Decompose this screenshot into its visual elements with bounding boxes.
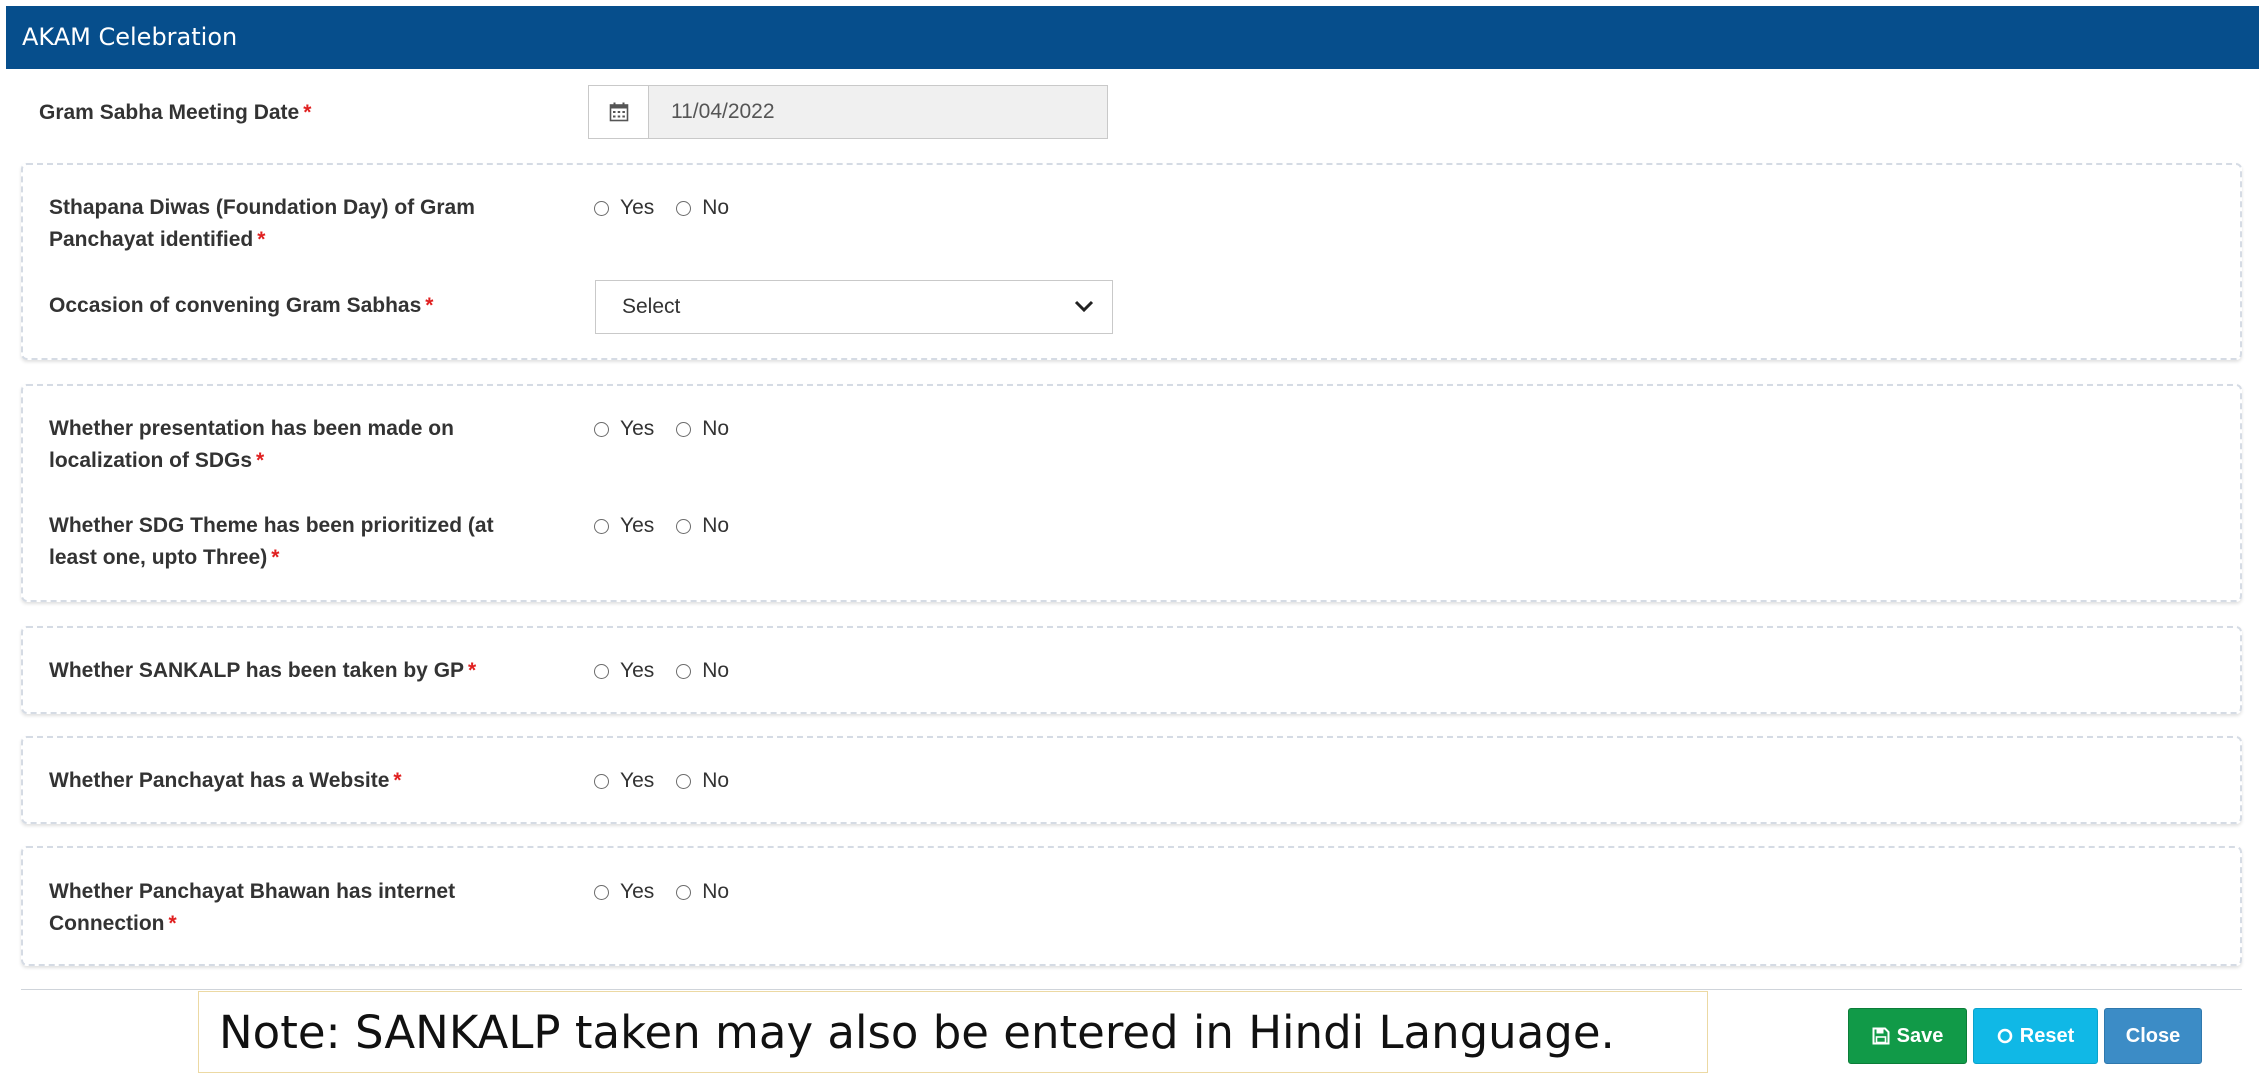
internet-yes[interactable]: Yes (594, 880, 654, 904)
foundation-day-no[interactable]: No (676, 196, 729, 220)
save-button[interactable]: Save (1848, 1008, 1967, 1064)
website-no[interactable]: No (676, 769, 729, 793)
radio-button[interactable] (594, 421, 609, 437)
close-label: Close (2125, 1024, 2181, 1047)
occasion-label: Occasion of convening Gram Sabhas * (49, 294, 434, 317)
reset-button[interactable]: Reset (1973, 1008, 2098, 1064)
internet-radios: Yes No (594, 876, 751, 908)
form-title: AKAM Celebration (22, 23, 238, 51)
required-marker: * (393, 769, 402, 792)
presentation-sdg-yes[interactable]: Yes (594, 417, 654, 441)
meeting-date-value: 11/04/2022 (671, 100, 775, 123)
sankalp-radios: Yes No (594, 655, 751, 687)
internet-no[interactable]: No (676, 880, 729, 904)
radio-button[interactable] (594, 773, 609, 789)
required-marker: * (425, 294, 434, 317)
calendar-icon[interactable] (589, 86, 649, 138)
radio-button[interactable] (676, 663, 692, 679)
sdg-theme-yes[interactable]: Yes (594, 514, 654, 538)
footer-divider (21, 989, 2242, 990)
foundation-day-radios: Yes No (594, 192, 751, 224)
website-yes[interactable]: Yes (594, 769, 654, 793)
required-marker: * (303, 101, 312, 124)
circle-o-icon (1997, 1028, 2013, 1044)
website-radios: Yes No (594, 765, 751, 797)
sankalp-no[interactable]: No (676, 659, 729, 683)
sankalp-note: Note: SANKALP taken may also be entered … (198, 991, 1708, 1073)
radio-button[interactable] (676, 884, 692, 900)
radio-button[interactable] (676, 200, 692, 216)
radio-button[interactable] (676, 773, 692, 789)
sdg-theme-radios: Yes No (594, 510, 751, 542)
radio-button[interactable] (594, 518, 609, 534)
website-label: Whether Panchayat has a Website * (49, 769, 402, 792)
presentation-sdg-no[interactable]: No (676, 417, 729, 441)
required-marker: * (271, 546, 280, 569)
presentation-sdg-label: Whether presentation has been made on lo… (49, 417, 454, 472)
radio-button[interactable] (594, 884, 609, 900)
sankalp-yes[interactable]: Yes (594, 659, 654, 683)
foundation-day-yes[interactable]: Yes (594, 196, 654, 220)
save-label: Save (1896, 1024, 1944, 1047)
required-marker: * (168, 912, 177, 935)
occasion-selected-value: Select (622, 295, 681, 318)
radio-button[interactable] (594, 663, 609, 679)
required-marker: * (256, 449, 265, 472)
required-marker: * (257, 228, 266, 251)
meeting-date-label: Gram Sabha Meeting Date * (39, 101, 312, 124)
radio-button[interactable] (676, 421, 692, 437)
radio-button[interactable] (676, 518, 692, 534)
sdg-theme-label: Whether SDG Theme has been prioritized (… (49, 514, 494, 569)
chevron-down-icon (1074, 295, 1094, 319)
floppy-disk-icon (1872, 1027, 1890, 1045)
occasion-select[interactable]: Select (595, 280, 1113, 334)
form-header: AKAM Celebration (6, 6, 2259, 69)
presentation-sdg-radios: Yes No (594, 413, 751, 445)
reset-label: Reset (2019, 1024, 2075, 1047)
foundation-day-label: Sthapana Diwas (Foundation Day) of Gram … (49, 196, 475, 251)
sankalp-label: Whether SANKALP has been taken by GP * (49, 659, 477, 682)
internet-label: Whether Panchayat Bhawan has internet Co… (49, 880, 456, 935)
close-button[interactable]: Close (2104, 1008, 2202, 1064)
required-marker: * (468, 659, 477, 682)
meeting-date-field[interactable]: 11/04/2022 (588, 85, 1108, 139)
sdg-theme-no[interactable]: No (676, 514, 729, 538)
radio-button[interactable] (594, 200, 609, 216)
